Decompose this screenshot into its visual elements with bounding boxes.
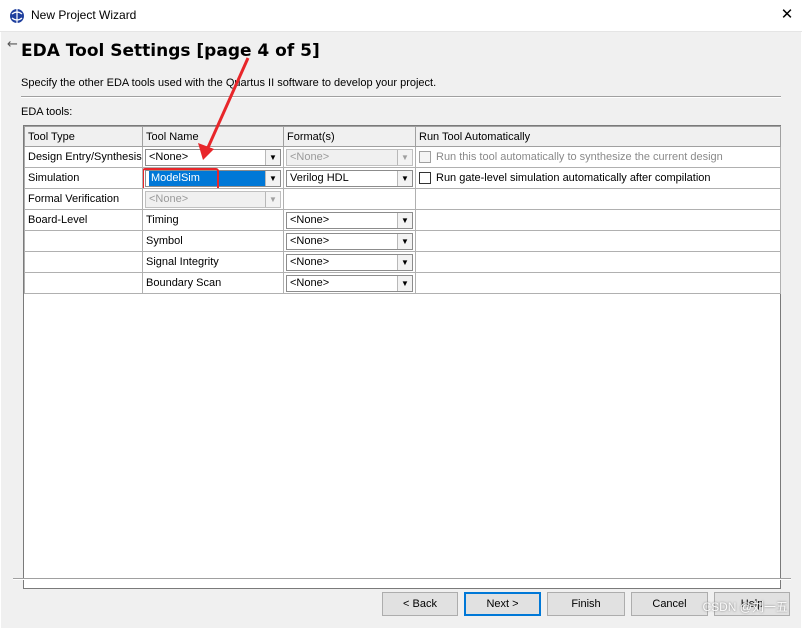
tool-name-dropdown-formal-verification: <None> ▼	[145, 190, 281, 208]
back-arrow-icon[interactable]: ←	[7, 37, 18, 52]
dropdown-value: <None>	[290, 276, 330, 289]
run-auto-cell	[415, 188, 781, 210]
run-synthesis-label: Run this tool automatically to synthesiz…	[436, 151, 723, 163]
tool-name-cell: Signal Integrity	[142, 251, 284, 273]
run-auto-cell	[415, 209, 781, 231]
eda-tools-label: EDA tools:	[21, 106, 73, 118]
tool-type-cell	[24, 251, 143, 273]
dropdown-value: ModelSim	[149, 170, 267, 186]
run-gate-level-checkbox-row[interactable]: Run gate-level simulation automatically …	[419, 172, 777, 184]
format-dropdown-symbol[interactable]: <None> ▼	[286, 232, 413, 250]
dropdown-value: Verilog HDL	[290, 171, 349, 184]
run-auto-cell	[415, 251, 781, 273]
run-synthesis-checkbox	[419, 151, 431, 163]
column-header-tool-type[interactable]: Tool Type	[24, 126, 143, 147]
chevron-down-icon[interactable]: ▼	[397, 233, 412, 249]
table-row: Formal Verification <None> ▼	[24, 188, 781, 210]
window-title: New Project Wizard	[31, 8, 137, 22]
run-synthesis-checkbox-row: Run this tool automatically to synthesiz…	[419, 151, 777, 163]
table-row: Boundary Scan <None> ▼	[24, 272, 781, 294]
tool-type-cell: Simulation	[24, 167, 143, 189]
column-header-tool-name[interactable]: Tool Name	[142, 126, 284, 147]
run-gate-level-checkbox[interactable]	[419, 172, 431, 184]
tool-type-cell: Formal Verification	[24, 188, 143, 210]
chevron-down-icon[interactable]: ▼	[397, 275, 412, 291]
table-row: Simulation ModelSim ▼ Verilog HDL ▼ Run …	[24, 167, 781, 189]
dropdown-value: <None>	[290, 150, 330, 163]
divider	[13, 578, 791, 580]
format-dropdown-boundary-scan[interactable]: <None> ▼	[286, 274, 413, 292]
dropdown-value: <None>	[290, 234, 330, 247]
close-button[interactable]: ✕	[772, 0, 802, 32]
page-title: EDA Tool Settings [page 4 of 5]	[21, 41, 320, 61]
table-header-row: Tool Type Tool Name Format(s) Run Tool A…	[24, 126, 781, 147]
dropdown-value: <None>	[290, 213, 330, 226]
run-gate-level-label: Run gate-level simulation automatically …	[436, 172, 711, 184]
column-header-formats[interactable]: Format(s)	[283, 126, 416, 147]
format-dropdown-design-entry: <None> ▼	[286, 148, 413, 166]
cancel-button[interactable]: Cancel	[631, 592, 708, 616]
tool-type-cell	[24, 272, 143, 294]
finish-button[interactable]: Finish	[547, 592, 625, 616]
run-auto-cell	[415, 272, 781, 294]
title-bar: New Project Wizard ✕	[0, 0, 802, 32]
page-description: Specify the other EDA tools used with th…	[21, 77, 437, 89]
next-button[interactable]: Next >	[464, 592, 541, 616]
chevron-down-icon: ▼	[397, 149, 412, 165]
dropdown-value: <None>	[149, 150, 189, 163]
table-row: Board-Level Timing <None> ▼	[24, 209, 781, 231]
format-cell	[283, 188, 416, 210]
chevron-down-icon[interactable]: ▼	[397, 170, 412, 186]
wizard-content: ← EDA Tool Settings [page 4 of 5] Specif…	[1, 32, 801, 628]
format-dropdown-timing[interactable]: <None> ▼	[286, 211, 413, 229]
tool-type-cell: Design Entry/Synthesis	[24, 146, 143, 168]
chevron-down-icon[interactable]: ▼	[265, 170, 280, 186]
format-dropdown-simulation[interactable]: Verilog HDL ▼	[286, 169, 413, 187]
chevron-down-icon: ▼	[265, 191, 280, 207]
tool-name-cell: Symbol	[142, 230, 284, 252]
chevron-down-icon[interactable]: ▼	[397, 212, 412, 228]
tool-name-cell: Timing	[142, 209, 284, 231]
tool-name-dropdown-design-entry[interactable]: <None> ▼	[145, 148, 281, 166]
app-icon	[10, 9, 24, 23]
table-row: Signal Integrity <None> ▼	[24, 251, 781, 273]
tool-type-cell	[24, 230, 143, 252]
run-auto-cell	[415, 230, 781, 252]
divider	[21, 96, 781, 98]
chevron-down-icon[interactable]: ▼	[397, 254, 412, 270]
format-dropdown-signal-integrity[interactable]: <None> ▼	[286, 253, 413, 271]
tool-name-dropdown-simulation[interactable]: ModelSim ▼	[143, 168, 281, 188]
eda-tools-table: Tool Type Tool Name Format(s) Run Tool A…	[23, 125, 781, 589]
watermark: CSDN @刘一五	[702, 600, 788, 614]
table-row: Design Entry/Synthesis <None> ▼ <None> ▼	[24, 146, 781, 168]
dropdown-value: <None>	[290, 255, 330, 268]
tool-name-cell: Boundary Scan	[142, 272, 284, 294]
dropdown-value: <None>	[149, 192, 189, 205]
tool-type-cell: Board-Level	[24, 209, 143, 231]
table-row: Symbol <None> ▼	[24, 230, 781, 252]
column-header-run-auto[interactable]: Run Tool Automatically	[415, 126, 781, 147]
chevron-down-icon[interactable]: ▼	[265, 149, 280, 165]
back-button[interactable]: < Back	[382, 592, 458, 616]
